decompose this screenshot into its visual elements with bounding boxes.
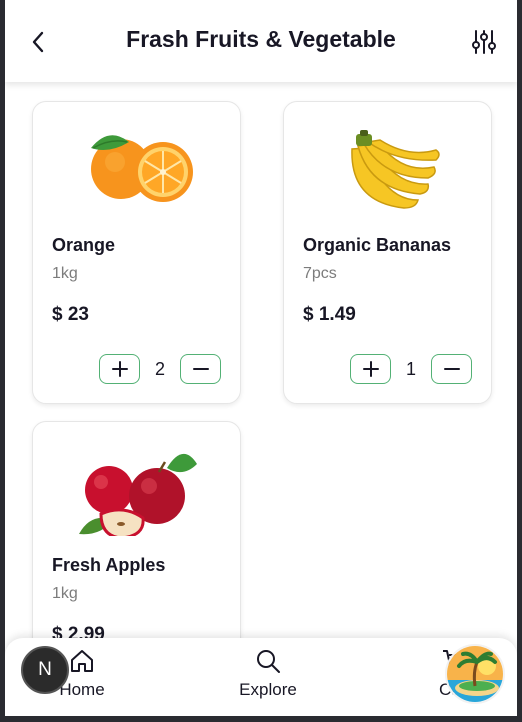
screen: Frash Fruits & Vegetable Orange 1kg $ 23… [5, 0, 517, 716]
nav-explore[interactable]: Explore [228, 648, 308, 700]
island-floating-button[interactable] [445, 644, 505, 704]
top-bar: Frash Fruits & Vegetable [5, 0, 517, 82]
product-name: Organic Bananas [303, 235, 452, 255]
apples-image [79, 453, 197, 536]
quantity-value: 2 [154, 358, 165, 379]
filter-button[interactable] [471, 28, 497, 56]
increase-button[interactable] [350, 354, 391, 384]
product-unit: 7pcs [303, 265, 337, 282]
dev-tools-avatar[interactable]: N [21, 646, 69, 694]
home-icon [71, 650, 93, 672]
search-icon [257, 650, 280, 673]
product-price: $ 23 [52, 304, 89, 325]
increase-button[interactable] [99, 354, 140, 384]
quantity-stepper: 1 [350, 354, 472, 384]
plus-icon [362, 361, 379, 377]
filter-sliders-icon [472, 30, 496, 54]
quantity-stepper: 2 [99, 354, 221, 384]
orange-image [91, 135, 193, 202]
product-name: Fresh Apples [52, 555, 166, 575]
nav-explore-label: Explore [239, 680, 297, 699]
minus-icon [192, 368, 209, 370]
product-unit: 1kg [52, 265, 78, 282]
product-name: Orange [52, 235, 116, 255]
plus-icon [111, 361, 128, 377]
minus-icon [443, 368, 460, 370]
bananas-image [351, 130, 440, 209]
quantity-value: 1 [405, 358, 416, 379]
product-card-orange[interactable]: Orange 1kg $ 23 2 [32, 101, 241, 404]
product-price: $ 1.49 [303, 304, 356, 325]
window-edge [517, 0, 522, 722]
decrease-button[interactable] [180, 354, 221, 384]
product-unit: 1kg [52, 585, 78, 602]
bottom-nav: Home Explore Cart [5, 638, 517, 716]
product-card-bananas[interactable]: Organic Bananas 7pcs $ 1.49 1 [283, 101, 492, 404]
page-title: Frash Fruits & Vegetable [126, 26, 396, 52]
decrease-button[interactable] [431, 354, 472, 384]
